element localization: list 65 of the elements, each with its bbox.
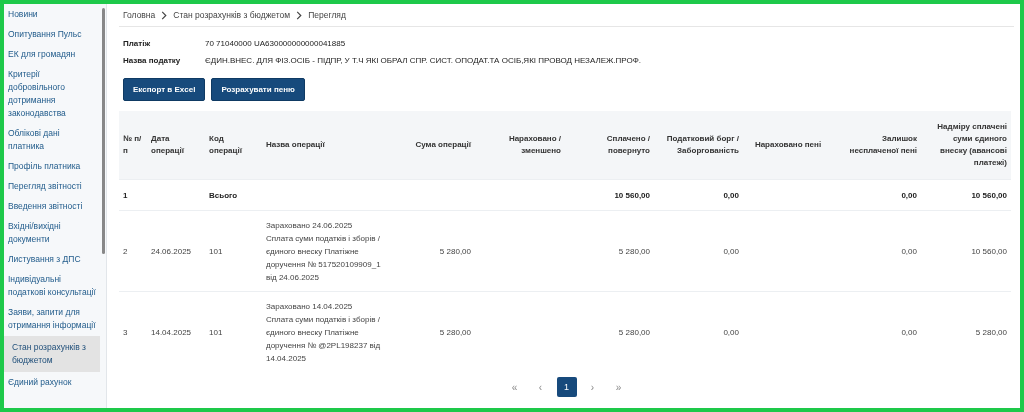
sidebar-item[interactable]: Профіль платника <box>4 157 100 176</box>
action-button[interactable]: Експорт в Excel <box>123 78 206 101</box>
table-cell: 10 560,00 <box>565 179 654 211</box>
breadcrumb-link[interactable]: Стан розрахунків з бюджетом <box>173 10 291 20</box>
table-cell: 5 280,00 <box>565 291 654 372</box>
column-header: Нараховано пені <box>743 111 833 180</box>
table-cell: 10 560,00 <box>921 210 1011 292</box>
column-header: Залишок несплаченої пені <box>833 111 921 180</box>
field-value: 70 71040000 UA630000000000041885 <box>205 38 346 50</box>
chevron-icon <box>161 10 168 20</box>
table-cell: 3 <box>119 291 147 372</box>
column-header: № п/п <box>119 111 147 180</box>
table-cell: 101 <box>205 210 262 292</box>
field-label: Назва податку <box>123 55 182 67</box>
table-cell: 5 280,00 <box>385 210 475 292</box>
table-cell: 0,00 <box>833 291 921 372</box>
table-cell: Зараховано 24.06.2025 Сплата суми податків і зборів / єдиного внеску Платіжне доручення № 517520109909_1 від 24.06.2025 <box>262 210 385 292</box>
sidebar-item[interactable]: Облікові дані платника <box>4 124 100 156</box>
page-button[interactable]: « <box>504 377 525 397</box>
sidebar-item[interactable]: ЕК для громадян <box>4 45 100 64</box>
sidebar-item[interactable]: Заяви, запити для отримання інформації <box>4 303 100 335</box>
column-header: Податковий борг / Заборгованість <box>654 111 743 180</box>
sidebar-item[interactable]: Єдиний рахунок <box>4 373 100 392</box>
sidebar-item[interactable]: Перегляд звітності <box>4 177 100 196</box>
table-cell: 101 <box>205 291 262 372</box>
table-cell: 0,00 <box>833 179 921 211</box>
table-cell: 0,00 <box>833 210 921 292</box>
table-cell: 10 560,00 <box>921 179 1011 211</box>
table-cell: Всього <box>205 179 262 211</box>
column-header: Надміру сплачені суми єдиного внеску (авансові платежі) <box>921 111 1011 180</box>
sidebar-item[interactable]: Критерії добровільного дотримання законодавства <box>4 65 100 123</box>
sidebar-item[interactable]: Введення звітності <box>4 197 100 216</box>
table-cell: 0,00 <box>654 210 743 292</box>
table-cell: 5 280,00 <box>385 291 475 372</box>
column-header: Код операції <box>205 111 262 180</box>
table-cell: 14.04.2025 <box>147 291 205 372</box>
chevron-icon <box>296 10 303 20</box>
sidebar-item[interactable]: Вхідні/вихідні документи <box>4 217 100 249</box>
table-cell: 5 280,00 <box>565 210 654 292</box>
column-header: Дата операції <box>147 111 205 180</box>
sidebar-item[interactable]: Індивідуальні податкові консультації <box>4 270 100 302</box>
page-button[interactable]: » <box>608 377 629 397</box>
table-cell: 0,00 <box>654 291 743 372</box>
table-cell: Зараховано 14.04.2025 Сплата суми податків і зборів / єдиного внеску Платіжне доручення № @2PL198237 від 14.04.2025 <box>262 291 385 372</box>
page-button[interactable]: › <box>582 377 603 397</box>
sidebar-item[interactable]: Листування з ДПС <box>4 250 100 269</box>
action-button[interactable]: Розрахувати пеню <box>211 78 305 101</box>
column-header: Нараховано / зменшено <box>475 111 565 180</box>
column-header: Назва операції <box>262 111 385 180</box>
page-button[interactable]: ‹ <box>530 377 551 397</box>
table-cell: 24.06.2025 <box>147 210 205 292</box>
scrollbar[interactable] <box>102 8 105 254</box>
sidebar-item[interactable]: Стан розрахунків з бюджетом <box>4 336 100 372</box>
field-label: Платіж <box>123 38 152 50</box>
table-cell: 2 <box>119 210 147 292</box>
column-header: Сума операції <box>385 111 475 180</box>
field-value: ЄДИН.ВНЕС. ДЛЯ ФІЗ.ОСІБ - ПІДПР, У Т.Ч ЯКІ ОБРАЛ СПР. СИСТ. ОПОДАТ.ТА ОСІБ,ЯКІ ПРОВОД НЕЗАЛЕЖ.ПРОФ. <box>205 55 642 67</box>
table-cell: 0,00 <box>654 179 743 211</box>
table-cell: 5 280,00 <box>921 291 1011 372</box>
sidebar-item[interactable]: Опитування Пульс <box>4 25 100 44</box>
table-cell: 1 <box>119 179 147 211</box>
column-header: Сплачено / повернуто <box>565 111 654 180</box>
breadcrumb-link[interactable]: Головна <box>123 10 156 20</box>
page-button[interactable]: 1 <box>556 377 577 397</box>
sidebar-item[interactable]: Новини <box>4 5 100 24</box>
